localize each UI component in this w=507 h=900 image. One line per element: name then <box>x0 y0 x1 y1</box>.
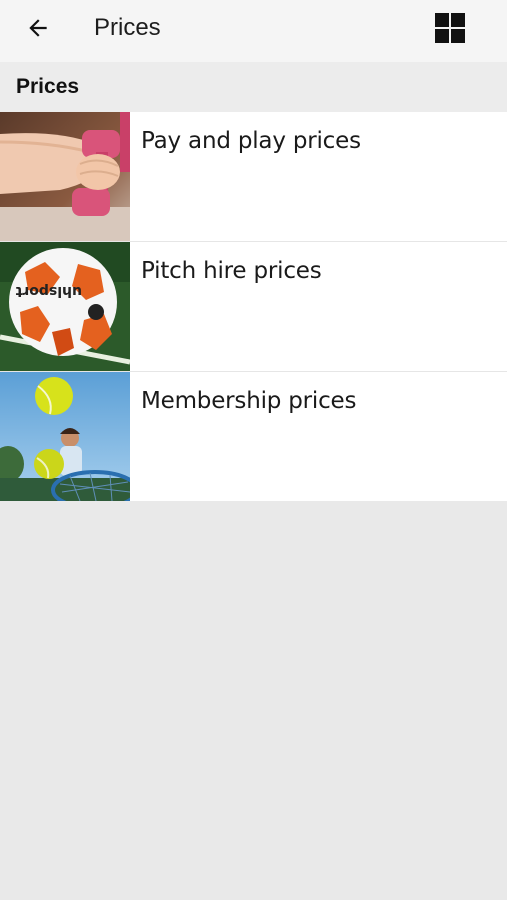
section-header: Prices <box>0 62 507 112</box>
item-label: Pitch hire prices <box>141 258 322 284</box>
page-title: Prices <box>94 14 161 41</box>
football-photo: uhlsport <box>0 242 130 371</box>
section-title: Prices <box>16 75 80 98</box>
item-label: Pay and play prices <box>141 128 361 154</box>
list-item-pay-and-play[interactable]: Pay and play prices <box>0 112 507 242</box>
grid-view-icon <box>435 13 465 43</box>
list-item-pitch-hire[interactable]: uhlsport Pitch hire prices <box>0 242 507 372</box>
arrow-left-icon <box>29 19 47 37</box>
grid-view-button[interactable] <box>430 8 470 48</box>
list-item-membership[interactable]: Membership prices <box>0 372 507 501</box>
svg-text:uhlsport: uhlsport <box>15 283 82 299</box>
back-button[interactable] <box>18 10 58 46</box>
app-bar: Prices <box>0 0 507 62</box>
item-label: Membership prices <box>141 388 357 414</box>
tennis-photo <box>0 372 130 501</box>
prices-list: Pay and play prices uhlsport Pitch hire … <box>0 112 507 501</box>
dumbbells-photo <box>0 112 130 241</box>
